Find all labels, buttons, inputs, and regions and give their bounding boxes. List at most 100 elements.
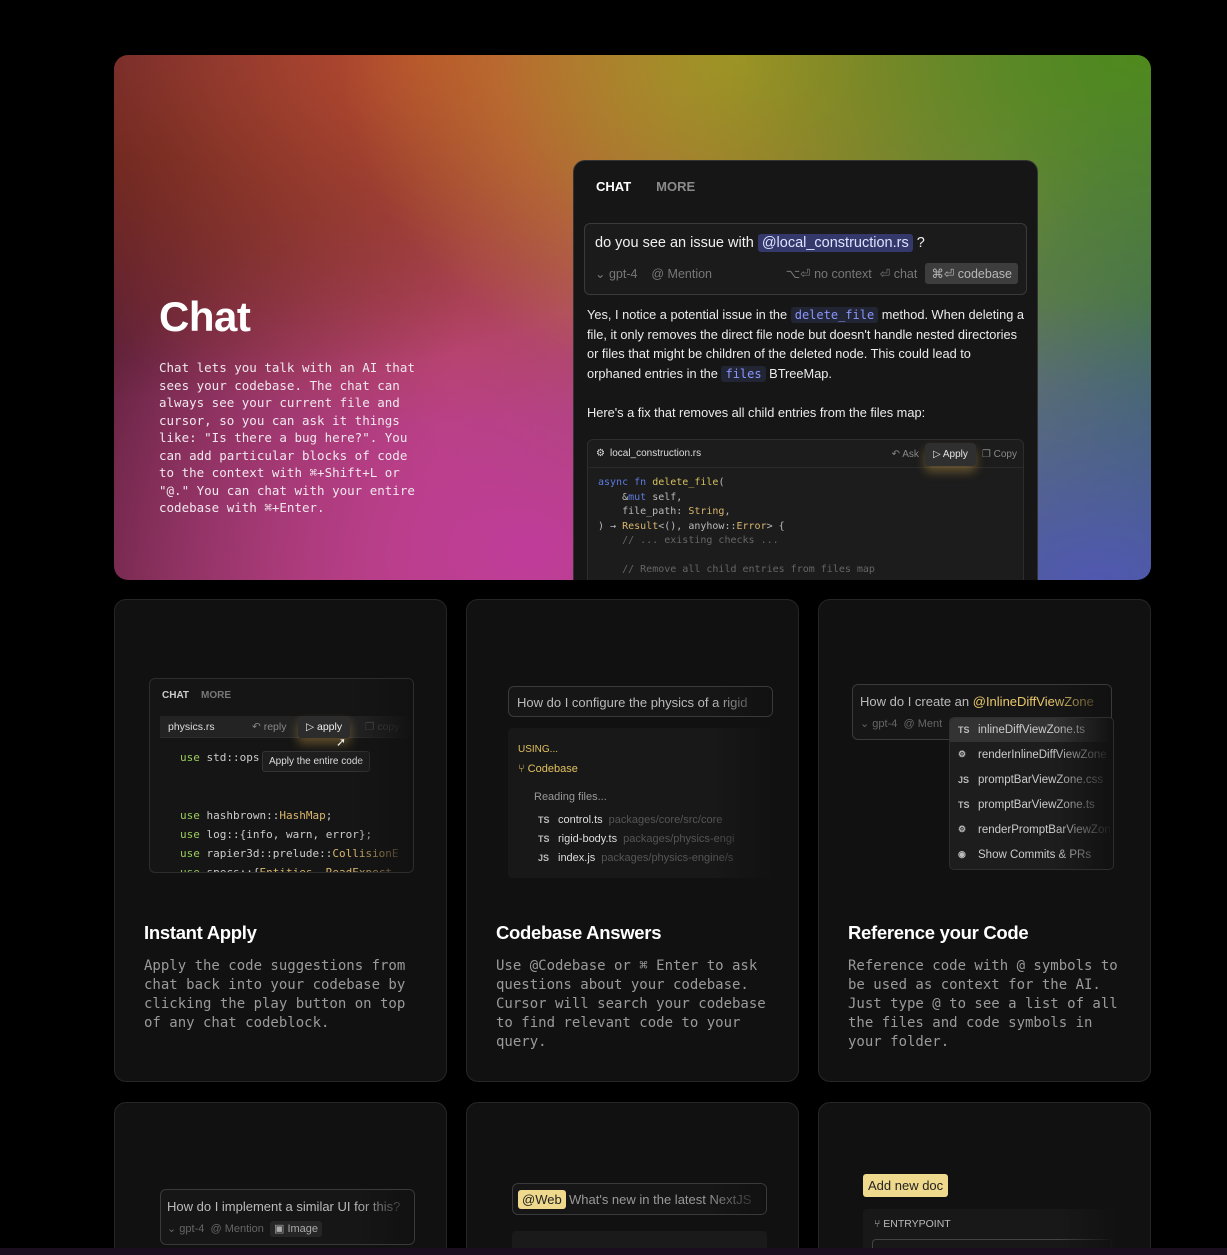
inline-code: files (721, 365, 766, 382)
file-type-icon: TS (958, 725, 970, 735)
apply-button[interactable]: ▷ Apply (924, 442, 976, 466)
file-type-icon: JS (538, 853, 550, 863)
mention-button[interactable]: @ Ment (903, 718, 942, 730)
image-query-input[interactable]: How do I implement a similar UI for this… (160, 1189, 415, 1245)
card-description: Use @Codebase or ⌘ Enter to ask question… (496, 958, 766, 1050)
image-icon: ▣ (273, 1223, 285, 1235)
query-text: How do I create an @InlineDiffViewZone (860, 694, 1094, 709)
codebase-label: ⑂ Codebase (518, 763, 578, 775)
answer-text: BTreeMap. (769, 365, 832, 381)
chat-hero: Chat Chat lets you talk with an AI that … (114, 55, 1151, 580)
copy-button[interactable]: ❐ Copy (982, 449, 1017, 460)
prompt-text: do you see an issue with @local_construc… (595, 234, 925, 252)
dropdown-item[interactable]: JS promptBarViewZone.css (950, 767, 1113, 792)
file-name: control.ts (558, 814, 603, 826)
file-type-icon: JS (958, 774, 970, 785)
dropdown-item[interactable]: TS promptBarViewZone.ts (950, 792, 1113, 817)
code-filename: local_construction.rs (609, 448, 702, 459)
file-type-icon: TS (538, 834, 550, 844)
file-list: TS control.ts packages/core/src/core TS rig… (538, 814, 734, 864)
list-item[interactable]: JS index.js packages/physics-engine/s (538, 852, 734, 864)
item-label: inlineDiffViewZone.ts (978, 724, 1085, 736)
tab-more[interactable]: MORE (201, 690, 231, 701)
feature-card-reference-code: How do I create an @InlineDiffViewZone ⌄… (818, 599, 1151, 1082)
chat-panel: CHAT MORE do you see an issue with @loca… (573, 160, 1038, 580)
tab-more[interactable]: MORE (656, 179, 695, 194)
hero-description: Chat lets you talk with an AI that sees … (159, 360, 415, 515)
copy-icon: ❐ (981, 448, 991, 460)
feature-card-docs: Add new doc ⑂ ENTRYPOINT (818, 1102, 1151, 1255)
list-item[interactable]: TS rigid-body.ts packages/physics-engi (538, 833, 734, 845)
reply-button[interactable]: ↶ reply (252, 721, 286, 733)
hero-title: Chat (159, 293, 251, 340)
symbol-gear-icon: ⚙ (958, 749, 967, 759)
query-meta: ⌄ gpt-4 @ Mention ▣ Image (167, 1221, 323, 1237)
apply-tooltip: Apply the entire code (262, 751, 370, 772)
file-type-icon: TS (958, 799, 970, 810)
codebase-submit-button[interactable]: ⌘⏎ codebase (925, 263, 1018, 284)
item-label: Show Commits & PRs (978, 848, 1092, 861)
file-mention-chip[interactable]: @local_construction.rs (757, 234, 913, 252)
answer-text: Yes, I notice a potential issue in the (587, 307, 788, 322)
tab-chat[interactable]: CHAT (596, 179, 631, 194)
image-label: Image (287, 1223, 319, 1235)
model-selector[interactable]: gpt-4 (609, 267, 638, 281)
dropdown-list: TS inlineDiffViewZone.ts ⚙ renderInlineDif… (950, 718, 1113, 867)
model-selector[interactable]: gpt-4 (872, 718, 897, 730)
codebase-text: Codebase (527, 763, 578, 775)
image-button[interactable]: ▣ Image (269, 1221, 323, 1237)
chevron-down-icon: ⌄ (860, 718, 870, 730)
branch-icon: ⑂ (874, 1218, 881, 1230)
reply-label: reply (263, 721, 287, 733)
mention-button[interactable]: @ Mention (651, 267, 712, 281)
ask-button[interactable]: ↶ Ask (892, 449, 919, 460)
copy-label: copy (377, 721, 400, 733)
dropdown-item[interactable]: ◉ Show Commits & PRs (950, 842, 1113, 867)
preview-code-header: physics.rs ↶ reply ▷ apply ❐ copy (160, 716, 413, 738)
symbol-gear-icon: ⚙ (958, 824, 967, 834)
card-title: Reference your Code (848, 922, 1029, 943)
code-block-header: ⚙ local_construction.rs ↶ Ask ▷ Apply ❐ … (588, 440, 1023, 468)
feature-card-instant-apply: CHAT MORE physics.rs ↶ reply ▷ apply ❐ c… (114, 599, 447, 1082)
query-text: How do I configure the physics of a rigi… (517, 695, 748, 710)
prompt-suffix: ? (916, 235, 925, 251)
codebase-query-input[interactable]: How do I configure the physics of a rigi… (508, 686, 773, 717)
entrypoint-label: ⑂ ENTRYPOINT (874, 1218, 951, 1230)
card-title: Codebase Answers (496, 922, 662, 943)
copy-label: Copy (993, 448, 1017, 460)
using-label: USING... (518, 744, 559, 755)
web-chip[interactable]: @Web (518, 1190, 566, 1209)
copy-button[interactable]: ❐ copy (365, 721, 400, 733)
chevron-down-icon: ⌄ (167, 1223, 177, 1235)
dropdown-item[interactable]: TS inlineDiffViewZone.ts (950, 718, 1113, 742)
web-query-input[interactable]: @Web What's new in the latest NextJS (512, 1183, 767, 1215)
chat-submit-button[interactable]: ⏎ chat (880, 266, 918, 281)
no-context-button[interactable]: ⌥⏎ no context (786, 266, 872, 281)
tab-chat[interactable]: CHAT (162, 690, 189, 701)
query-prefix: How do I create an (860, 694, 970, 709)
dropdown-item[interactable]: ⚙ renderInlineDiffViewZone (950, 742, 1113, 767)
dropdown-item[interactable]: ⚙ renderPromptBarViewZon (950, 817, 1113, 842)
file-name: rigid-body.ts (558, 833, 618, 845)
feature-card-image-chat: How do I implement a similar UI for this… (114, 1102, 447, 1255)
item-label: renderInlineDiffViewZone (978, 748, 1107, 761)
chat-prompt-input[interactable]: do you see an issue with @local_construc… (584, 223, 1027, 295)
add-new-doc-button[interactable]: Add new doc (863, 1174, 949, 1197)
file-path: packages/core/src/core (608, 814, 723, 826)
list-item[interactable]: TS control.ts packages/core/src/core (538, 814, 734, 826)
symbol-mention[interactable]: @InlineDiffViewZone (973, 694, 1094, 709)
prompt-prefix: do you see an issue with (595, 235, 754, 251)
feature-card-web: @Web What's new in the latest NextJS (466, 1102, 799, 1255)
card-description: Apply the code suggestions from chat bac… (144, 958, 406, 1031)
item-label: promptBarViewZone.ts (978, 798, 1095, 811)
model-selector[interactable]: gpt-4 (179, 1223, 204, 1235)
card-description: Reference code with @ symbols to be used… (848, 958, 1118, 1050)
mention-button[interactable]: @ Mention (210, 1223, 263, 1235)
file-type-icon: TS (538, 815, 550, 825)
play-icon: ▷ (932, 448, 941, 460)
item-label: renderPromptBarViewZon (978, 823, 1111, 836)
query-text: What's new in the latest NextJS (569, 1192, 752, 1207)
cursor-icon: ➚ (336, 735, 347, 749)
file-name: index.js (558, 852, 596, 864)
preview-tabs: CHAT MORE (162, 690, 231, 701)
